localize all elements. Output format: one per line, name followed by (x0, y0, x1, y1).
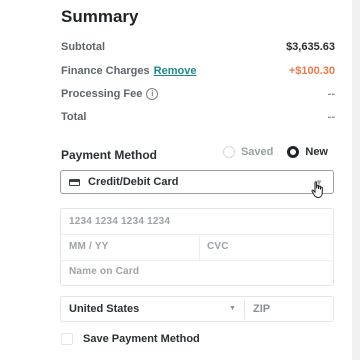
save-payment-method-label: Save Payment Method (83, 333, 200, 345)
saved-radio-icon[interactable] (222, 146, 235, 158)
finance-charges-label: Finance Charges (61, 65, 150, 77)
payment-method-label: Payment Method (61, 148, 158, 162)
processing-fee-label: Processing Fee (61, 88, 143, 100)
finance-charges-label-group: Finance Charges Remove (61, 65, 196, 77)
zip-field[interactable]: ZIP (253, 303, 270, 315)
total-value: -- (327, 111, 335, 123)
divider (199, 235, 200, 261)
finance-charges-row: Finance Charges Remove +$100.30 (61, 65, 335, 77)
payment-source-radio-group: Saved New (209, 146, 328, 158)
summary-title: Summary (61, 7, 139, 26)
divider (61, 260, 333, 261)
country-zip-row: United States ▼ ZIP (60, 296, 334, 322)
checkout-panel: Summary Subtotal $3,635.63 Finance Charg… (0, 0, 352, 360)
cvc-field[interactable]: CVC (207, 241, 229, 252)
payment-method-select[interactable]: Credit/Debit Card ▼ (60, 170, 334, 194)
hand-cursor-icon (311, 181, 323, 199)
subtotal-value: $3,635.63 (286, 41, 335, 53)
info-icon[interactable]: i (146, 88, 159, 101)
total-label: Total (61, 111, 87, 123)
processing-fee-row: Processing Fee i -- (61, 88, 335, 101)
finance-charges-value: +$100.30 (288, 65, 335, 77)
scroll-edge (352, 0, 360, 360)
total-row: Total -- (61, 111, 335, 123)
processing-fee-value: -- (327, 88, 335, 101)
save-payment-method-checkbox[interactable] (61, 333, 73, 345)
subtotal-label: Subtotal (61, 41, 105, 53)
expiry-field[interactable]: MM / YY (69, 241, 109, 252)
new-radio-icon[interactable] (287, 146, 300, 158)
saved-radio-option[interactable]: Saved (222, 146, 274, 158)
processing-fee-label-group: Processing Fee i (61, 88, 159, 101)
chevron-down-icon[interactable]: ▼ (229, 305, 236, 312)
name-on-card-field[interactable]: Name on Card (69, 266, 139, 277)
payment-method-value: Credit/Debit Card (88, 176, 179, 188)
remove-finance-charges-link[interactable]: Remove (154, 65, 197, 77)
new-radio-option[interactable]: New (287, 146, 328, 158)
saved-radio-label: Saved (240, 146, 274, 158)
country-select[interactable]: United States (69, 303, 139, 315)
divider (244, 301, 245, 319)
divider (61, 234, 333, 235)
card-details-form: 1234 1234 1234 1234 MM / YY CVC Name on … (60, 208, 334, 286)
save-payment-method-row[interactable]: Save Payment Method (61, 333, 200, 345)
card-number-field[interactable]: 1234 1234 1234 1234 (69, 216, 170, 227)
new-radio-label: New (305, 146, 328, 158)
subtotal-row: Subtotal $3,635.63 (61, 41, 335, 53)
credit-card-icon (69, 178, 80, 186)
